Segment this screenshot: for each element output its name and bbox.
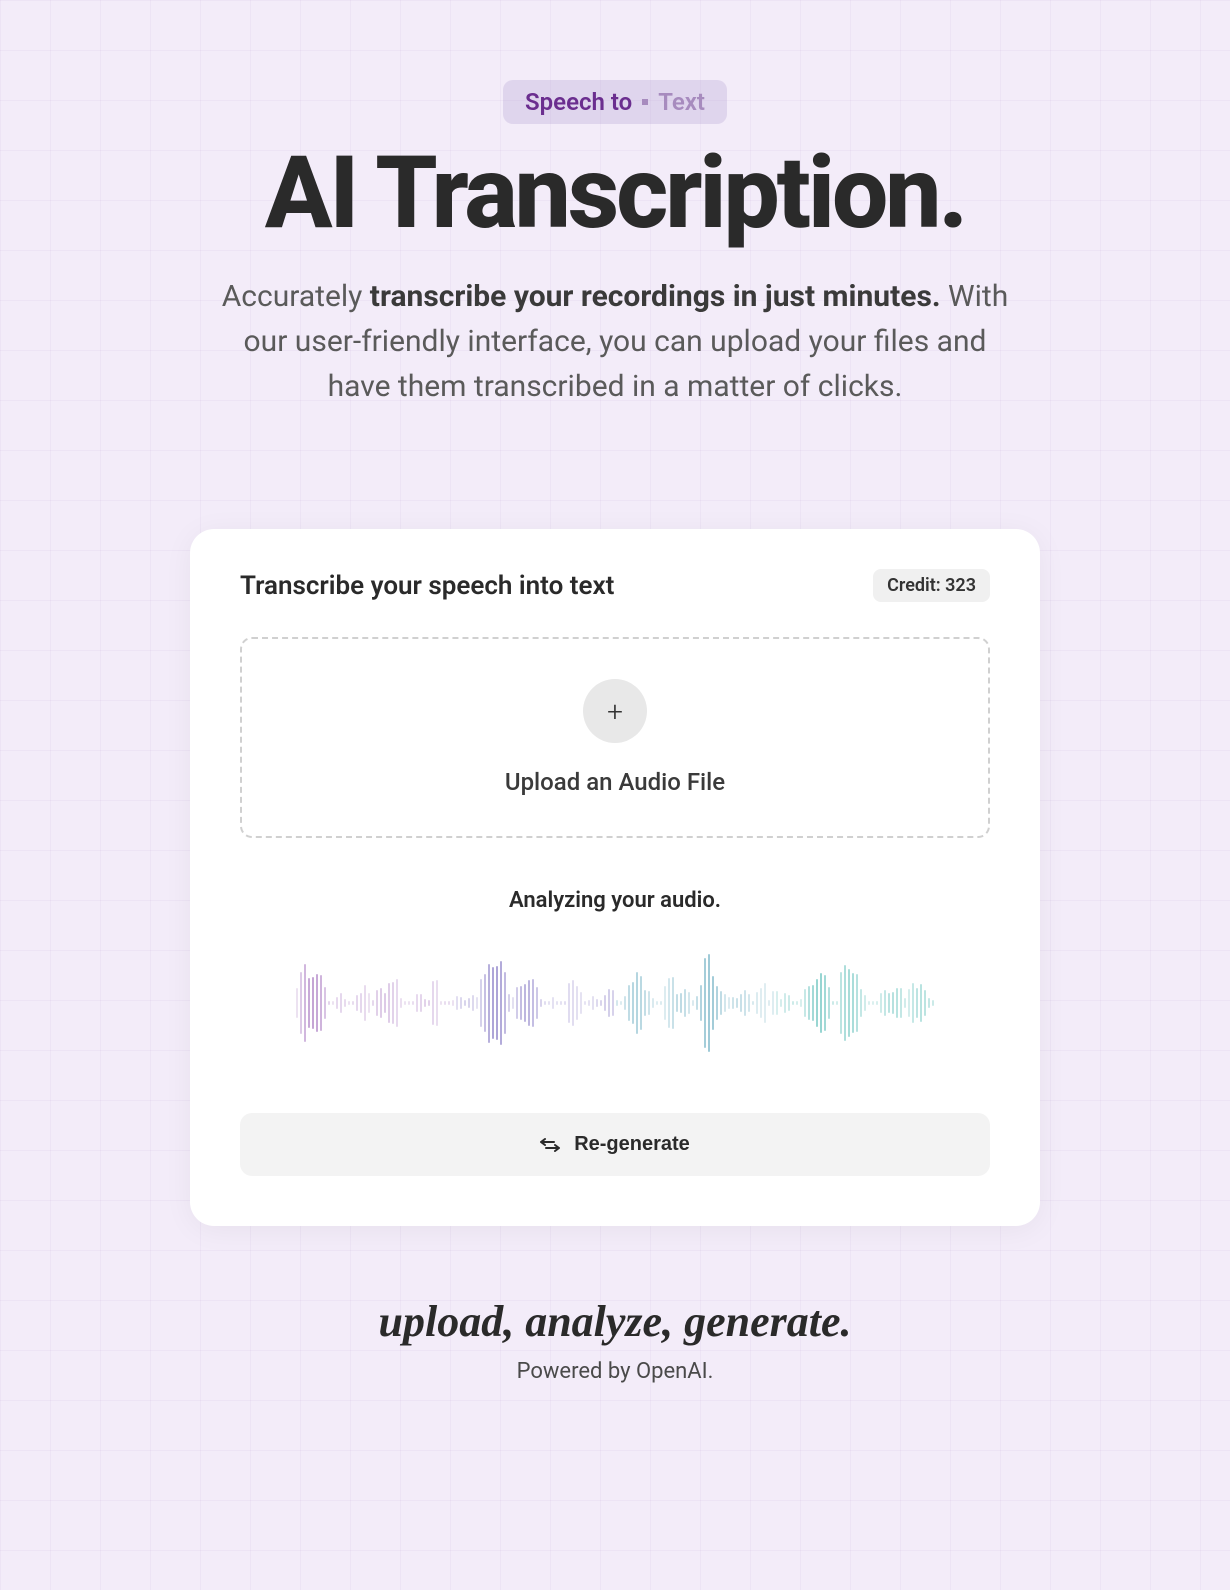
hero-section: Speech to Text AI Transcription. Accurat…	[0, 80, 1230, 409]
upload-dropzone[interactable]: + Upload an Audio File	[240, 637, 990, 838]
badge-speech-to-text: Speech to Text	[503, 80, 727, 124]
plus-icon: +	[583, 679, 647, 743]
dot-separator-icon	[642, 99, 648, 105]
analyzing-section: Analyzing your audio.	[240, 888, 990, 1073]
badge-prefix: Speech to	[525, 88, 632, 116]
card-header: Transcribe your speech into text Credit:…	[240, 569, 990, 602]
footer-tagline: upload, analyze, generate.	[0, 1296, 1230, 1347]
desc-prefix: Accurately	[222, 279, 370, 314]
credit-badge: Credit: 323	[873, 569, 990, 602]
footer-powered: Powered by OpenAI.	[0, 1359, 1230, 1384]
regenerate-button[interactable]: Re-generate	[240, 1113, 990, 1176]
transcription-card: Transcribe your speech into text Credit:…	[190, 529, 1040, 1226]
upload-label: Upload an Audio File	[282, 768, 948, 796]
footer: upload, analyze, generate. Powered by Op…	[0, 1296, 1230, 1464]
hero-description: Accurately transcribe your recordings in…	[215, 274, 1015, 409]
regenerate-label: Re-generate	[574, 1133, 690, 1156]
desc-bold: transcribe your recordings in just minut…	[370, 279, 941, 314]
analyzing-label: Analyzing your audio.	[240, 888, 990, 913]
swap-icon	[540, 1136, 560, 1154]
waveform-visualization	[240, 933, 990, 1073]
card-title: Transcribe your speech into text	[240, 571, 614, 601]
badge-suffix: Text	[658, 88, 705, 116]
page-title: AI Transcription.	[40, 144, 1190, 244]
